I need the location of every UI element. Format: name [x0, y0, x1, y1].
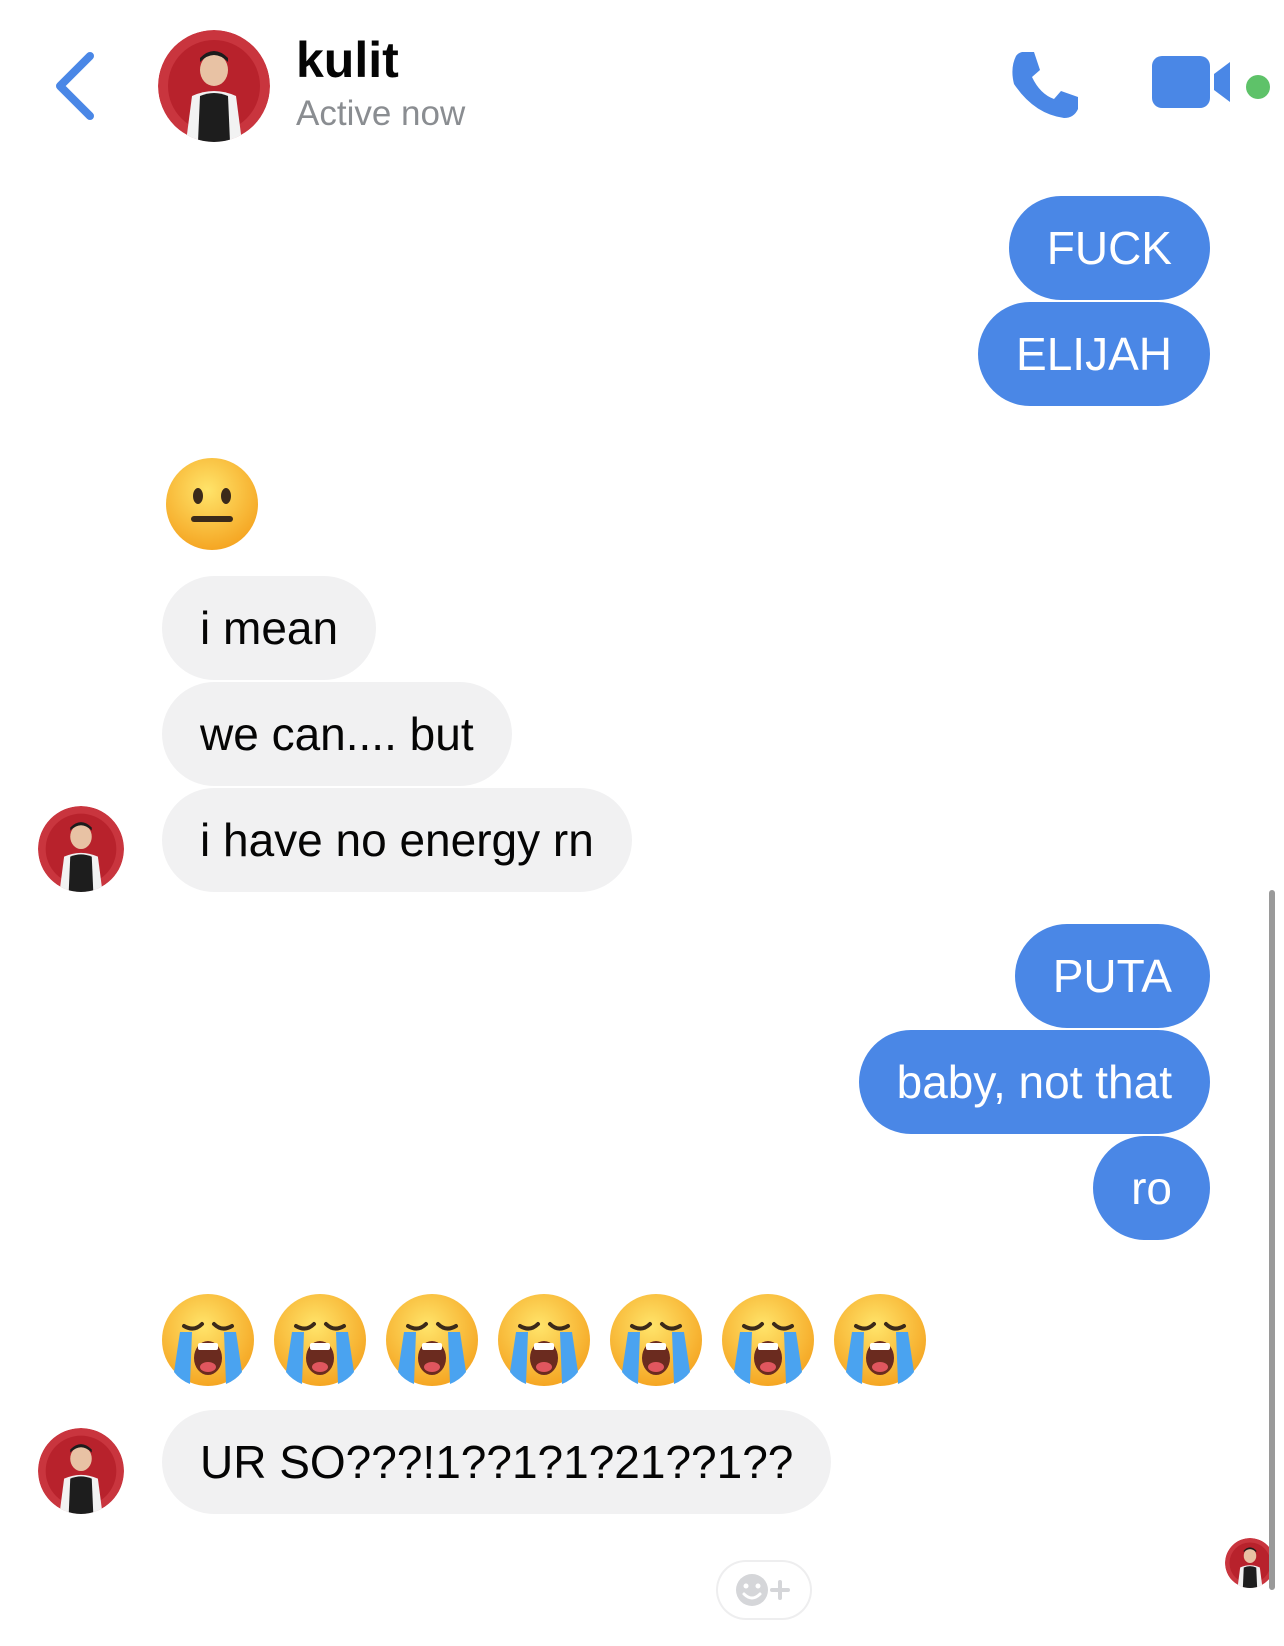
loudly-crying-face-icons — [160, 1292, 928, 1388]
add-reaction-button[interactable] — [718, 1562, 810, 1618]
sender-avatar[interactable] — [38, 1428, 124, 1514]
outgoing-message[interactable]: FUCK — [1008, 196, 1210, 300]
add-reaction-icon — [736, 1574, 790, 1606]
incoming-message[interactable]: i have no energy rn — [162, 788, 632, 892]
back-button[interactable] — [48, 46, 108, 126]
video-camera-icon — [1152, 56, 1230, 108]
avatar-image — [38, 806, 124, 892]
outgoing-message[interactable]: baby, not that — [858, 1030, 1210, 1134]
outgoing-message[interactable]: ro — [1093, 1136, 1210, 1240]
contact-name[interactable]: kulit — [296, 30, 399, 90]
neutral-face-icon — [166, 458, 258, 550]
sender-avatar[interactable] — [38, 806, 124, 892]
online-indicator — [1246, 75, 1270, 99]
avatar-image — [1225, 1538, 1275, 1588]
seen-receipt-avatar — [1225, 1538, 1275, 1588]
active-status: Active now — [296, 94, 466, 133]
neutral-face-emoji-message[interactable] — [164, 456, 260, 560]
contact-avatar[interactable] — [158, 30, 270, 142]
outgoing-message[interactable]: PUTA — [1014, 924, 1210, 1028]
crying-emoji-message[interactable] — [160, 1290, 950, 1394]
incoming-message[interactable]: we can.... but — [162, 682, 512, 786]
avatar-image — [38, 1428, 124, 1514]
chevron-left-icon — [56, 52, 94, 120]
outgoing-message[interactable]: ELIJAH — [978, 302, 1210, 406]
conversation-header: kulit Active now — [0, 0, 1284, 160]
phone-icon — [1012, 52, 1078, 118]
scrollbar[interactable] — [1269, 890, 1275, 1590]
voice-call-button[interactable] — [1004, 44, 1084, 124]
incoming-message[interactable]: UR SO???!1??1?1?21??1?? — [162, 1410, 832, 1514]
avatar-image — [158, 30, 270, 142]
video-call-button[interactable] — [1150, 52, 1242, 116]
incoming-message[interactable]: i mean — [162, 576, 377, 680]
